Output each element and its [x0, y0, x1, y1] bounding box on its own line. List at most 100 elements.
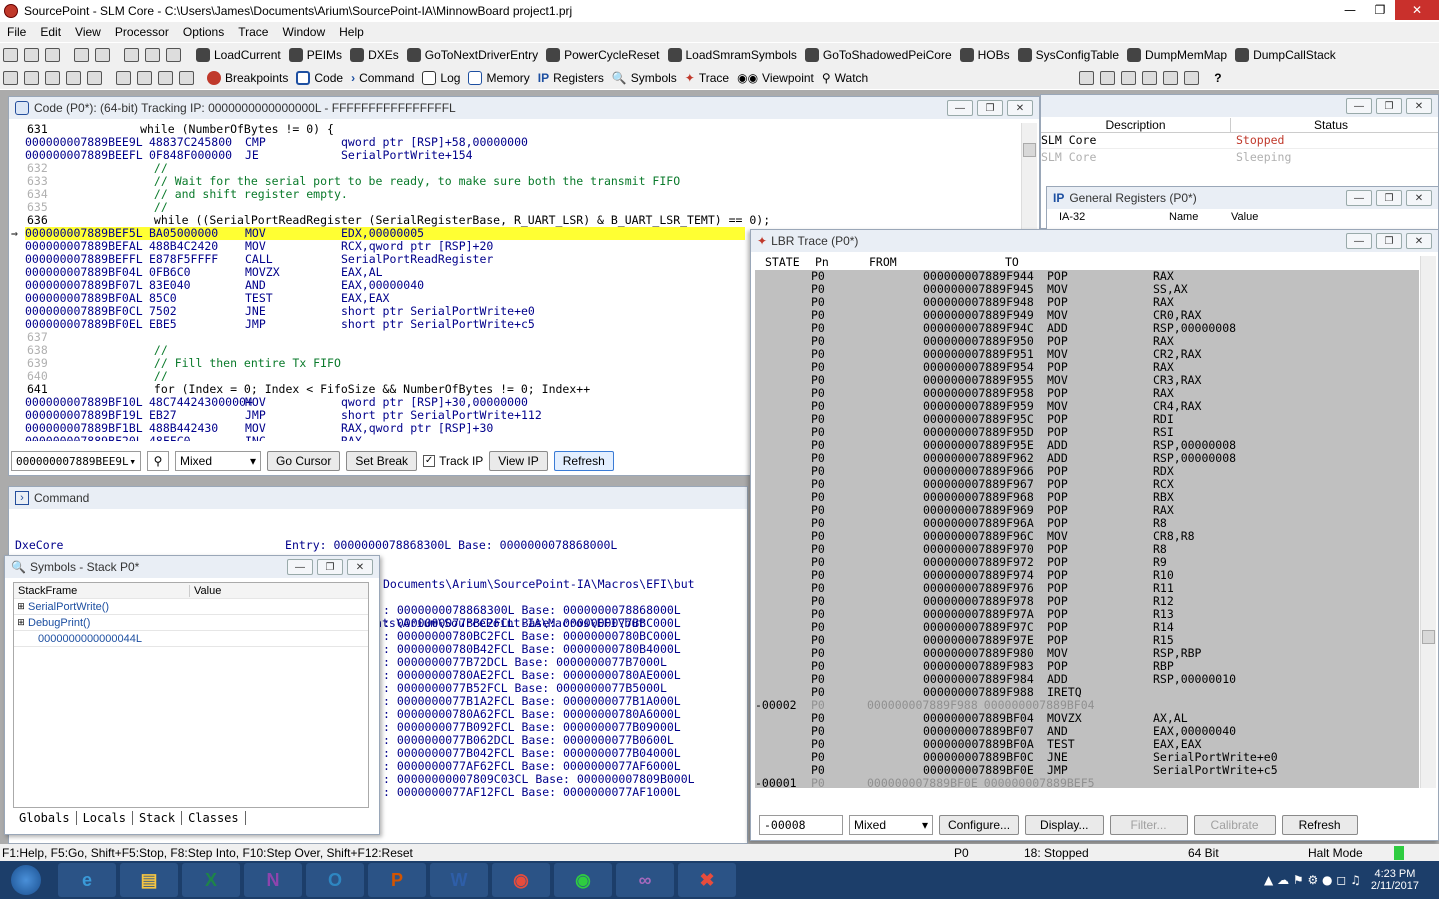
lbr-trace-list[interactable]: P0 000000007889F944 POP RAX P0 000000007889F9…	[755, 270, 1419, 788]
code-button[interactable]: Code	[296, 70, 343, 85]
peims-button[interactable]: PEIMs	[288, 47, 342, 62]
lbr-row[interactable]: P0 000000007889F94C ADD RSP,00000008	[755, 322, 1419, 335]
restore-button[interactable]: ❐	[1376, 98, 1402, 114]
goto-address-icon[interactable]: ⚲	[147, 451, 169, 471]
start-button[interactable]	[4, 862, 48, 898]
calibrate-button[interactable]: Calibrate	[1193, 815, 1276, 835]
tab-globals[interactable]: Globals	[13, 811, 77, 825]
outlook-icon[interactable]: O	[306, 863, 364, 897]
minimize-button[interactable]: —	[287, 559, 313, 575]
description-header[interactable]: Description	[1041, 117, 1231, 132]
clock[interactable]: 4:23 PM 2/11/2017	[1371, 868, 1419, 892]
gotonextdriverentry-button[interactable]: GoToNextDriverEntry	[406, 47, 538, 62]
lbr-row[interactable]: P0 000000007889BF07 AND EAX,00000040	[755, 725, 1419, 738]
tree-icon[interactable]	[1121, 70, 1137, 85]
to-column-header[interactable]: TO	[1005, 256, 1019, 270]
open-icon[interactable]	[3, 47, 18, 62]
expand-icon[interactable]: ⊞	[14, 617, 28, 628]
help-icon[interactable]: ?	[1214, 71, 1221, 85]
tray-icons[interactable]: ▲ ☁ ⚑ ⚙ ● ◻ ♫	[1264, 873, 1361, 887]
loadcurrent-button[interactable]: LoadCurrent	[196, 47, 281, 62]
tree-row[interactable]: 0000000000000044L	[14, 631, 368, 647]
lbr-row[interactable]: P0 000000007889F95E ADD RSP,00000008	[755, 439, 1419, 452]
breakpoints-button[interactable]: Breakpoints	[207, 70, 288, 85]
lbr-branch-row[interactable]: -00002 P0 000000007889F988 000000007889BF04	[755, 699, 1419, 712]
status-header[interactable]: Status	[1231, 118, 1431, 132]
layout-icon[interactable]	[1079, 70, 1095, 85]
minimize-button[interactable]: —	[1346, 233, 1372, 249]
lbr-scrollbar[interactable]	[1420, 256, 1436, 788]
close-button[interactable]: ✕	[1007, 100, 1033, 116]
lbr-row[interactable]: P0 000000007889F962 ADD RSP,00000008	[755, 452, 1419, 465]
halt-icon[interactable]	[158, 70, 173, 85]
lbr-row[interactable]: P0 000000007889F983 POP RBP	[755, 660, 1419, 673]
lbr-row[interactable]: P0 000000007889F97C POP R14	[755, 621, 1419, 634]
spotify-icon[interactable]: ◉	[554, 863, 612, 897]
chrome-icon[interactable]: ◉	[492, 863, 550, 897]
lbr-row[interactable]: P0 000000007889F967 POP RCX	[755, 478, 1419, 491]
viewpoint-button[interactable]: ◉◉ Viewpoint	[737, 71, 814, 85]
register-value-column[interactable]: Value	[1231, 211, 1258, 223]
register-name-column[interactable]: Name	[1169, 211, 1231, 223]
lbr-row[interactable]: P0 000000007889BF04 MOVZX AX,AL	[755, 712, 1419, 725]
watch-button[interactable]: ⚲ Watch	[822, 71, 868, 85]
lbr-row[interactable]: P0 000000007889F96C MOV CR8,R8	[755, 530, 1419, 543]
step-into-icon[interactable]	[24, 70, 39, 85]
menu-view[interactable]: View	[68, 25, 108, 39]
lbr-row[interactable]: P0 000000007889F980 MOV RSP,RBP	[755, 647, 1419, 660]
configure-button[interactable]: Configure...	[939, 815, 1020, 835]
lbr-row[interactable]: P0 000000007889F97E POP R15	[755, 634, 1419, 647]
reset-icon[interactable]	[116, 70, 131, 85]
lbr-row[interactable]: P0 000000007889F948 POP RAX	[755, 296, 1419, 309]
lbr-row[interactable]: P0 000000007889F954 POP RAX	[755, 361, 1419, 374]
menu-options[interactable]: Options	[176, 25, 231, 39]
folder-icon[interactable]	[74, 47, 89, 62]
hobs-button[interactable]: HOBs	[959, 47, 1010, 62]
options-icon[interactable]	[1100, 70, 1116, 85]
trace-button[interactable]: ✦ Trace	[685, 71, 729, 85]
lbr-row[interactable]: P0 000000007889BF0C JNE SerialPortWrite+e0	[755, 751, 1419, 764]
tree-row[interactable]: ⊞ DebugPrint()	[14, 615, 368, 631]
maximize-button[interactable]: ❐	[1365, 0, 1395, 20]
state-column-header[interactable]: STATE	[765, 256, 815, 270]
file-explorer-icon[interactable]: ▤	[120, 863, 178, 897]
tab-classes[interactable]: Classes	[182, 811, 246, 825]
pn-column-header[interactable]: Pn	[815, 256, 869, 270]
load-icon[interactable]	[124, 47, 139, 62]
print-icon[interactable]	[1184, 70, 1200, 85]
excel-icon[interactable]: X	[182, 863, 240, 897]
lbr-row[interactable]: P0 000000007889F976 POP R11	[755, 582, 1419, 595]
lbr-row[interactable]: P0 000000007889F95C POP RDI	[755, 413, 1419, 426]
go-icon[interactable]	[3, 70, 18, 85]
tree-row[interactable]: ⊞ SerialPortWrite()	[14, 599, 368, 615]
lbr-row[interactable]: P0 000000007889F945 MOV SS,AX	[755, 283, 1419, 296]
close-button[interactable]: ✕	[1406, 233, 1432, 249]
open-project-icon[interactable]	[24, 47, 39, 62]
close-button[interactable]: ✕	[1406, 98, 1432, 114]
close-button[interactable]: ✕	[1395, 0, 1439, 20]
menu-file[interactable]: File	[0, 25, 33, 39]
restore-button[interactable]: ❐	[1376, 233, 1402, 249]
onenote-icon[interactable]: N	[244, 863, 302, 897]
menu-processor[interactable]: Processor	[108, 25, 176, 39]
lbr-row[interactable]: P0 000000007889F959 MOV CR4,RAX	[755, 400, 1419, 413]
dxes-button[interactable]: DXEs	[350, 47, 399, 62]
restore-button[interactable]: ❐	[1376, 190, 1402, 206]
log-button[interactable]: Log	[422, 70, 460, 85]
lbr-row[interactable]: P0 000000007889F95D POP RSI	[755, 426, 1419, 439]
status-row[interactable]: SLM Core Sleeping	[1041, 149, 1438, 165]
dumpmemmap-button[interactable]: DumpMemMap	[1127, 47, 1227, 62]
lbr-refresh-button[interactable]: Refresh	[1281, 815, 1358, 835]
restore-button[interactable]: ❐	[977, 100, 1003, 116]
lbr-row[interactable]: P0 000000007889F950 POP RAX	[755, 335, 1419, 348]
address-combo[interactable]: 000000007889BEE9L ▾	[11, 451, 141, 471]
gotoshadowedpeicore-button[interactable]: GoToShadowedPeiCore	[804, 47, 952, 62]
run-macro-icon[interactable]	[145, 47, 160, 62]
command-button[interactable]: › Command	[351, 71, 414, 85]
internet-explorer-icon[interactable]: e	[58, 863, 116, 897]
visual-studio-icon[interactable]: ∞	[616, 863, 674, 897]
lbr-row[interactable]: P0 000000007889F955 MOV CR3,RAX	[755, 374, 1419, 387]
view-ip-button[interactable]: View IP	[489, 451, 548, 471]
run-to-icon[interactable]	[87, 70, 102, 85]
code-refresh-button[interactable]: Refresh	[553, 451, 614, 471]
